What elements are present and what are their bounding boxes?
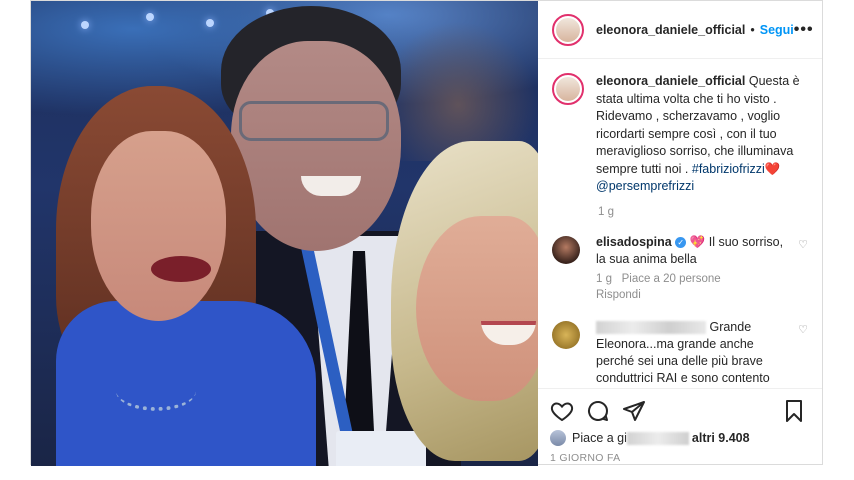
comment-time[interactable]: 1 g [596, 273, 612, 285]
avatar-image [556, 17, 580, 42]
action-icons [550, 399, 810, 423]
caption-username[interactable]: eleonora_daniele_official [596, 74, 745, 88]
caption-avatar[interactable] [552, 73, 584, 105]
follow-button[interactable]: Segui [760, 23, 794, 37]
comment-text: Grande Eleonora...ma grande anche perché… [596, 319, 786, 387]
caption-text: eleonora_daniele_official Questa è stata… [596, 73, 808, 196]
comment-like-icon[interactable]: ♡ [798, 238, 808, 251]
commenter-username[interactable]: elisadospina [596, 235, 672, 249]
caption-body: Questa è stata ultima volta che ti ho vi… [596, 74, 800, 176]
commenter-avatar[interactable] [552, 320, 580, 349]
right-woman-face [416, 216, 538, 401]
comment-like-icon[interactable]: ♡ [798, 323, 808, 336]
lanyard-badge [336, 431, 426, 466]
stage-light [81, 21, 89, 29]
avatar-image [556, 77, 580, 101]
man-glasses [239, 101, 389, 141]
reply-button[interactable]: Rispondi [596, 289, 641, 301]
caption-row: eleonora_daniele_official Questa è stata… [552, 73, 808, 196]
heart-emoji: 💖 [689, 234, 706, 249]
post-header: eleonora_daniele_official • Segui ••• [538, 1, 822, 59]
blurred-liker [626, 431, 689, 445]
crowd [378, 21, 538, 161]
man-face [231, 41, 401, 251]
likes-suffix[interactable]: altri 9.408 [692, 431, 750, 445]
comment-likes[interactable]: Piace a 20 persone [622, 273, 721, 285]
header-username[interactable]: eleonora_daniele_official [596, 23, 745, 37]
mention-link[interactable]: @persemprefrizzi [596, 179, 694, 193]
post-sidebar: eleonora_daniele_official • Segui ••• el… [538, 1, 822, 466]
hashtag-link[interactable]: #fabriziofrizzi [692, 162, 765, 176]
bookmark-icon[interactable] [782, 399, 806, 423]
more-options-icon[interactable]: ••• [794, 21, 814, 39]
liker-avatar [550, 430, 566, 446]
likes-prefix: Piace a gi [572, 431, 627, 445]
blurred-username [596, 320, 706, 334]
comment-text: elisadospina ✓ 💖 Il suo sorriso, la sua … [596, 234, 786, 268]
share-icon[interactable] [622, 399, 646, 423]
avatar[interactable] [552, 13, 584, 46]
stage-light [146, 13, 154, 21]
post-date[interactable]: 1 GIORNO FA [550, 452, 810, 464]
comment-icon[interactable] [586, 399, 610, 423]
comment-row: elisadospina ✓ 💖 Il suo sorriso, la sua … [552, 234, 808, 268]
left-woman-lips [151, 256, 211, 282]
comments-section[interactable]: eleonora_daniele_official Questa è stata… [538, 59, 822, 388]
actions-bar: Piace a gi altri 9.408 1 GIORNO FA [538, 388, 822, 466]
post-photo[interactable] [31, 1, 538, 466]
left-woman-face [91, 131, 226, 321]
instagram-post: eleonora_daniele_official • Segui ••• el… [30, 0, 823, 466]
comment-row: Grande Eleonora...ma grande anche perché… [552, 319, 808, 387]
comment-meta: 1 g Piace a 20 persone Rispondi [596, 271, 808, 303]
likes-summary[interactable]: Piace a gi altri 9.408 [550, 430, 810, 446]
separator-dot: • [750, 22, 755, 37]
commenter-avatar[interactable] [552, 235, 580, 264]
left-woman-necklace [116, 371, 196, 411]
heart-emoji: ❤️ [764, 161, 781, 176]
caption-time[interactable]: 1 g [598, 206, 808, 218]
stage-light [206, 19, 214, 27]
heart-icon[interactable] [550, 399, 574, 423]
verified-badge-icon: ✓ [675, 236, 687, 248]
